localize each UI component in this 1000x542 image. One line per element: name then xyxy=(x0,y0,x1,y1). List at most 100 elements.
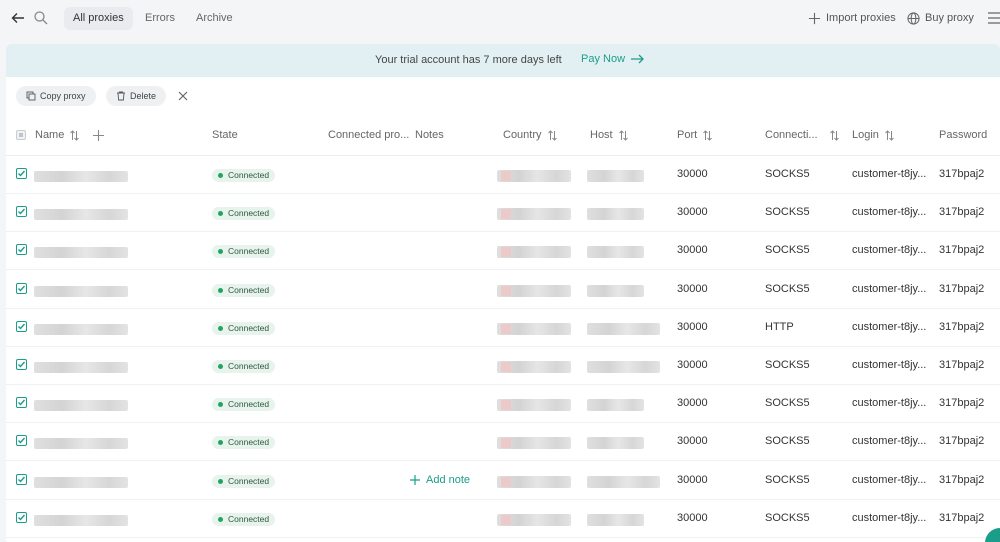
sort-icon[interactable] xyxy=(829,129,839,141)
table-row[interactable]: Connected Add note 30000 SOCKS5 customer-t8j… xyxy=(6,462,1000,500)
row-checkbox[interactable] xyxy=(16,206,27,218)
password-cell: 317bpaj2 xyxy=(939,435,985,448)
column-login[interactable]: Login xyxy=(852,129,894,141)
status-badge: Connected xyxy=(212,474,276,488)
sort-icon[interactable] xyxy=(703,129,713,141)
row-checkbox[interactable] xyxy=(16,168,27,179)
buy-proxy-button[interactable]: Buy proxy xyxy=(907,10,974,26)
tab-all-proxies[interactable]: All proxies xyxy=(64,7,133,30)
select-all-checkbox[interactable] xyxy=(16,130,26,140)
login-cell: customer-t8jy... xyxy=(852,168,927,180)
trash-icon xyxy=(117,91,125,101)
close-icon[interactable] xyxy=(177,90,189,102)
plus-icon xyxy=(808,12,821,24)
redacted-name xyxy=(34,209,128,221)
copy-icon xyxy=(26,91,36,101)
table-row[interactable]: Connected 30000 SOCKS5 customer-t8jy... 317b… xyxy=(6,385,1000,424)
sort-icon[interactable] xyxy=(547,129,557,141)
trial-banner-text: Your trial account has 7 more days left xyxy=(375,54,562,66)
column-notes: Notes xyxy=(415,129,444,141)
row-checkbox[interactable] xyxy=(16,320,27,332)
tab-errors[interactable]: Errors xyxy=(136,7,184,30)
import-proxies-label: Import proxies xyxy=(826,12,896,24)
password-cell: 317bpaj2 xyxy=(939,168,985,180)
connection-cell: SOCKS5 xyxy=(765,397,810,410)
add-note-button[interactable]: Add note xyxy=(410,474,470,486)
row-checkbox[interactable] xyxy=(16,473,27,485)
menu-icon[interactable] xyxy=(988,12,1000,24)
login-cell: customer-t8jy... xyxy=(852,511,927,524)
connection-cell: SOCKS5 xyxy=(765,473,810,486)
table-row[interactable]: Connected 30000 SOCKS5 customer-t8jy... 317b… xyxy=(6,347,1000,385)
checkbox-checked-icon xyxy=(18,323,26,330)
status-badge: Connected xyxy=(212,321,276,335)
table-row[interactable]: Connected 30000 SOCKS5 customer-t8jy... 317b… xyxy=(6,232,1000,271)
column-password: Password xyxy=(939,129,987,141)
login-cell: customer-t8jy... xyxy=(852,359,927,371)
row-checkbox[interactable] xyxy=(16,435,27,447)
table-row[interactable]: Connected 30000 SOCKS5 customer-t8jy... 317b… xyxy=(6,194,1000,233)
column-port[interactable]: Port xyxy=(677,129,713,141)
buy-proxy-label: Buy proxy xyxy=(925,12,974,24)
row-checkbox[interactable] xyxy=(16,397,27,409)
redacted-country xyxy=(497,399,571,412)
sort-icon[interactable] xyxy=(70,129,80,141)
column-connection[interactable]: Connecti... xyxy=(765,129,839,141)
row-checkbox[interactable] xyxy=(16,359,27,370)
password-cell: 317bpaj2 xyxy=(939,397,985,410)
sort-icon[interactable] xyxy=(618,129,628,141)
column-connected: Connected pro... xyxy=(328,129,409,141)
row-checkbox[interactable] xyxy=(16,244,27,256)
row-checkbox[interactable] xyxy=(16,511,27,523)
port-cell: 30000 xyxy=(677,473,708,486)
status-badge: Connected xyxy=(212,360,276,373)
plus-icon xyxy=(410,474,420,485)
port-cell: 30000 xyxy=(677,397,708,410)
redacted-host xyxy=(587,437,644,450)
table-row[interactable]: Connected 30000 SOCKS5 customer-t8jy... 317b… xyxy=(6,156,1000,194)
column-state-label: State xyxy=(212,129,238,141)
table-row[interactable]: Connected 30000 SOCKS5 customer-t8jy... 317b… xyxy=(6,271,1000,309)
column-host[interactable]: Host xyxy=(590,129,628,141)
password-cell: 317bpaj2 xyxy=(939,282,985,295)
table-header: Name State Connected pro... Notes Countr… xyxy=(6,116,1000,156)
column-country[interactable]: Country xyxy=(503,129,557,141)
port-cell: 30000 xyxy=(677,359,708,371)
copy-proxy-button[interactable]: Copy proxy xyxy=(16,86,96,106)
plus-icon[interactable] xyxy=(93,129,105,141)
table-row[interactable]: Connected 30000 HTTP customer-t8jy... 317bpa… xyxy=(6,309,1000,347)
row-checkbox[interactable] xyxy=(16,282,27,294)
delete-button[interactable]: Delete xyxy=(106,86,167,106)
status-badge: Connected xyxy=(212,436,276,450)
redacted-name xyxy=(34,514,128,526)
redacted-host xyxy=(587,170,644,182)
login-cell: customer-t8jy... xyxy=(852,282,927,295)
login-cell: customer-t8jy... xyxy=(852,473,927,486)
redacted-country xyxy=(497,513,571,526)
status-badge: Connected xyxy=(212,245,276,259)
column-name[interactable]: Name xyxy=(35,129,105,141)
table-row[interactable]: Connected 30000 SOCKS5 customer-t8jy... 317b… xyxy=(6,500,1000,538)
redacted-country xyxy=(497,437,571,450)
checkbox-checked-icon xyxy=(18,437,26,444)
redacted-host xyxy=(587,284,644,297)
column-host-label: Host xyxy=(590,129,613,141)
search-icon[interactable] xyxy=(33,10,49,26)
redacted-host xyxy=(587,513,644,526)
back-arrow-icon[interactable] xyxy=(10,10,26,26)
status-badge: Connected xyxy=(212,283,276,297)
copy-proxy-label: Copy proxy xyxy=(40,91,86,101)
sort-icon[interactable] xyxy=(885,129,894,141)
pay-now-link[interactable]: Pay Now xyxy=(581,53,645,65)
tab-archive[interactable]: Archive xyxy=(187,7,242,30)
port-cell: 30000 xyxy=(677,435,708,448)
password-cell: 317bpaj2 xyxy=(939,473,985,486)
table-row[interactable]: Connected 30000 SOCKS5 customer-t8jy... 317b… xyxy=(6,423,1000,462)
proxies-panel: Copy proxy Delete Name State Connected p… xyxy=(6,77,1000,542)
login-cell: customer-t8jy... xyxy=(852,397,927,410)
password-cell: 317bpaj2 xyxy=(939,359,985,371)
pay-now-label: Pay Now xyxy=(581,53,626,65)
import-proxies-button[interactable]: Import proxies xyxy=(808,10,896,26)
redacted-country xyxy=(497,475,571,488)
password-cell: 317bpaj2 xyxy=(939,320,985,333)
